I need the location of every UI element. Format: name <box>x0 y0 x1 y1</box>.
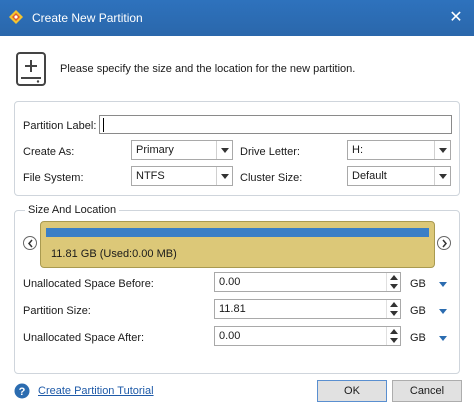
unit-label: GB <box>410 332 426 344</box>
create-partition-tutorial-link[interactable]: Create Partition Tutorial <box>38 385 154 397</box>
window-title: Create New Partition <box>32 11 143 25</box>
partition-size-input[interactable]: 11.81 <box>214 299 401 319</box>
partition-size-label: Partition Size: <box>23 305 91 317</box>
unit-label: GB <box>410 278 426 290</box>
increment-button[interactable] <box>387 300 401 309</box>
cancel-button[interactable]: Cancel <box>392 380 462 402</box>
partition-size-stepper <box>386 300 400 318</box>
app-logo-icon <box>9 10 23 24</box>
unallocated-after-value: 0.00 <box>219 330 241 342</box>
partition-size-summary: 11.81 GB (Used:0.00 MB) <box>51 248 177 260</box>
create-as-value: Primary <box>136 144 174 156</box>
unit-dropdown-icon[interactable] <box>438 334 448 344</box>
create-as-dropdown[interactable] <box>216 141 232 159</box>
close-button[interactable]: ✕ <box>442 4 470 32</box>
size-location-title: Size And Location <box>25 204 120 216</box>
create-as-select[interactable]: Primary <box>131 140 233 160</box>
unallocated-before-stepper <box>386 273 400 291</box>
cluster-size-select[interactable]: Default <box>347 166 451 186</box>
file-system-value: NTFS <box>136 170 165 182</box>
file-system-dropdown[interactable] <box>216 167 232 185</box>
chevron-right-icon <box>442 239 447 248</box>
unallocated-after-input[interactable]: 0.00 <box>214 326 401 346</box>
chevron-down-icon <box>221 174 229 179</box>
unallocated-after-stepper <box>386 327 400 345</box>
move-right-button[interactable] <box>437 236 451 250</box>
used-space-bar <box>46 228 429 237</box>
file-system-label: File System: <box>23 172 84 184</box>
add-disk-icon <box>16 52 46 86</box>
partition-label-label: Partition Label: <box>23 120 97 132</box>
arrow-down-icon <box>390 338 398 343</box>
unallocated-before-input[interactable]: 0.00 <box>214 272 401 292</box>
file-system-select[interactable]: NTFS <box>131 166 233 186</box>
decrement-button[interactable] <box>387 336 401 345</box>
cluster-size-label: Cluster Size: <box>240 172 303 184</box>
ok-button[interactable]: OK <box>317 380 387 402</box>
chevron-down-icon <box>221 148 229 153</box>
arrow-up-icon <box>390 329 398 334</box>
title-bar: Create New Partition ✕ <box>0 0 474 36</box>
partition-size-handle[interactable]: 11.81 GB (Used:0.00 MB) <box>40 221 435 268</box>
drive-letter-value: H: <box>352 144 363 156</box>
text-caret <box>103 118 104 132</box>
partition-label-input[interactable] <box>99 115 452 134</box>
arrow-up-icon <box>390 275 398 280</box>
unit-dropdown-icon[interactable] <box>438 280 448 290</box>
cluster-size-value: Default <box>352 170 387 182</box>
drive-letter-select[interactable]: H: <box>347 140 451 160</box>
chevron-left-icon <box>28 239 33 248</box>
arrow-down-icon <box>390 311 398 316</box>
unallocated-before-value: 0.00 <box>219 276 241 288</box>
create-as-label: Create As: <box>23 146 75 158</box>
unallocated-after-label: Unallocated Space After: <box>23 332 145 344</box>
move-left-button[interactable] <box>23 236 37 250</box>
decrement-button[interactable] <box>387 309 401 318</box>
unallocated-before-label: Unallocated Space Before: <box>23 278 154 290</box>
decrement-button[interactable] <box>387 282 401 291</box>
close-icon: ✕ <box>449 9 463 26</box>
chevron-down-icon <box>439 148 447 153</box>
partition-size-value: 11.81 <box>219 303 246 315</box>
drive-letter-dropdown[interactable] <box>434 141 450 159</box>
unit-label: GB <box>410 305 426 317</box>
unit-dropdown-icon[interactable] <box>438 307 448 317</box>
increment-button[interactable] <box>387 273 401 282</box>
increment-button[interactable] <box>387 327 401 336</box>
arrow-down-icon <box>390 284 398 289</box>
cluster-size-dropdown[interactable] <box>434 167 450 185</box>
intro-text: Please specify the size and the location… <box>60 63 356 75</box>
svg-text:?: ? <box>19 386 26 398</box>
arrow-up-icon <box>390 302 398 307</box>
chevron-down-icon <box>439 174 447 179</box>
help-icon[interactable]: ? <box>14 383 30 399</box>
drive-letter-label: Drive Letter: <box>240 146 300 158</box>
